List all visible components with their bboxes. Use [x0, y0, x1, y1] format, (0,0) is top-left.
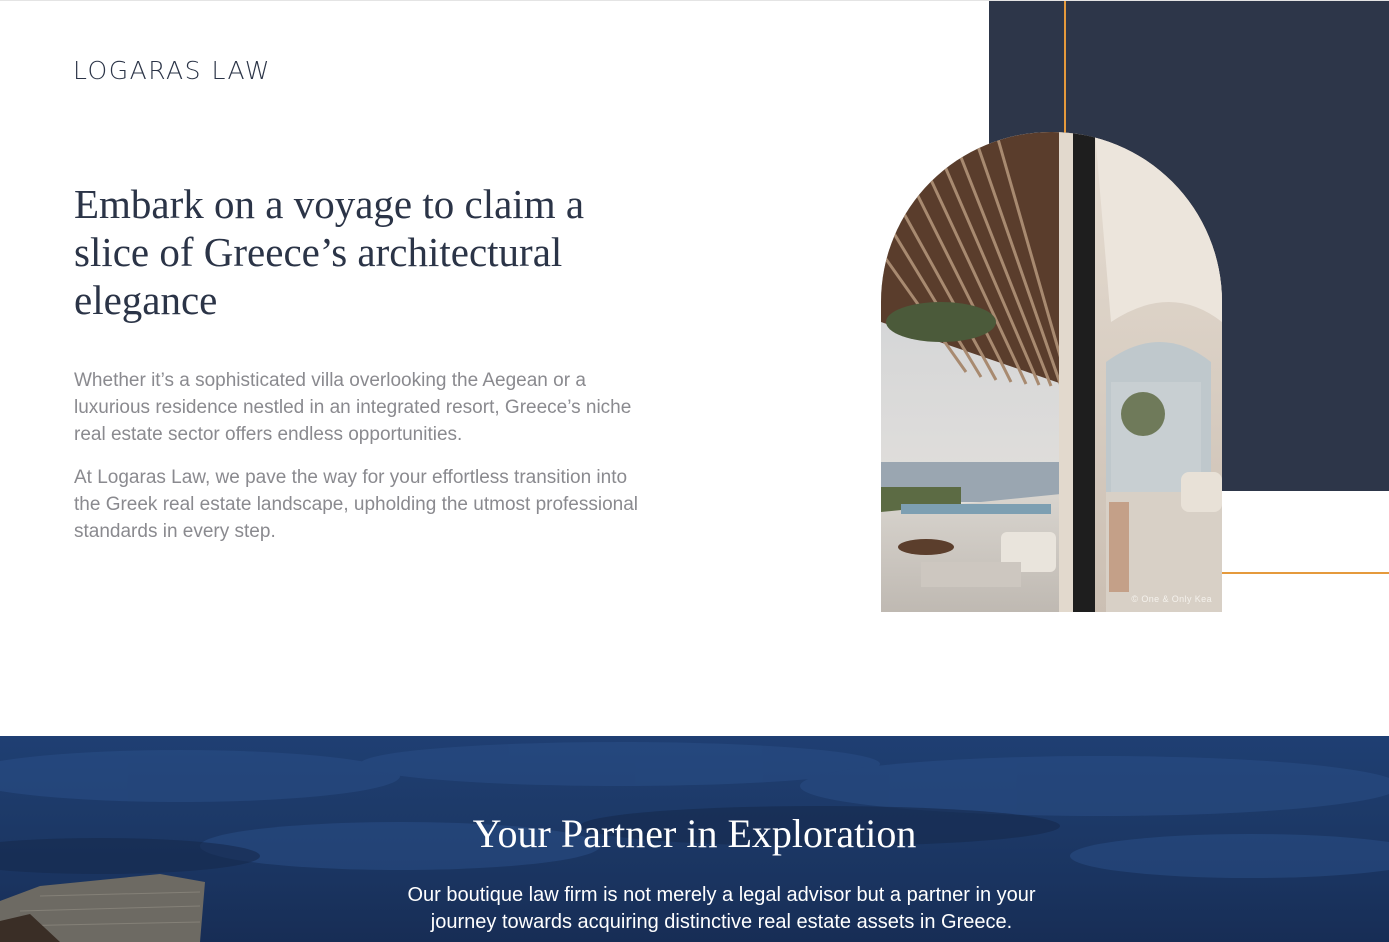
image-caption: © One & Only Kea: [1131, 594, 1212, 604]
hero-paragraph: At Logaras Law, we pave the way for your…: [74, 467, 639, 542]
decorative-orange-line-vertical: [1064, 1, 1066, 136]
villa-illustration: [881, 132, 1222, 612]
decorative-orange-line-horizontal: [1222, 572, 1389, 574]
logo[interactable]: Logaras Law: [73, 56, 271, 85]
villa-arch-image: © One & Only Kea: [881, 132, 1222, 612]
partner-title: Your Partner in Exploration: [472, 811, 917, 856]
hero-paragraph: Whether it’s a sophisticated villa overl…: [74, 370, 632, 445]
partner-section: Your Partner in Exploration Our boutique…: [0, 736, 1389, 942]
hero-body: Whether it’s a sophisticated villa overl…: [74, 367, 644, 561]
hero-title: Embark on a voyage to claim a slice of G…: [74, 181, 585, 323]
partner-body: Our boutique law firm is not merely a le…: [407, 884, 1036, 933]
